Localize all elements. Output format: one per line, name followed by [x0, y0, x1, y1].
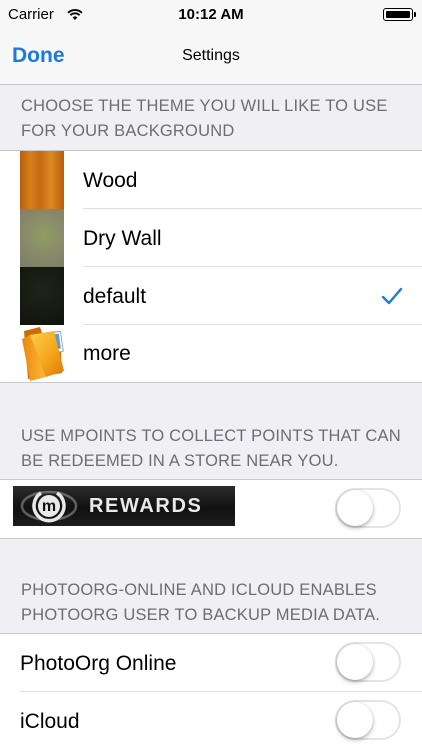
- page-title: Settings: [182, 47, 240, 64]
- icloud-toggle[interactable]: [335, 700, 401, 740]
- theme-list: Wood Dry Wall default more: [0, 150, 422, 383]
- theme-row-default[interactable]: default: [0, 267, 422, 325]
- photoorg-online-toggle[interactable]: [335, 642, 401, 682]
- icloud-label: iCloud: [20, 710, 80, 733]
- theme-section-header: CHOOSE THE THEME YOU WILL LIKE TO USE FO…: [21, 97, 388, 140]
- mpoints-toggle[interactable]: [335, 488, 401, 528]
- toggle-knob: [337, 490, 373, 526]
- theme-label-default: default: [83, 285, 147, 308]
- mpoints-group: m REWARDS: [0, 479, 422, 539]
- toggle-knob: [337, 702, 373, 738]
- theme-row-wood[interactable]: Wood: [0, 151, 422, 209]
- theme-row-drywall[interactable]: Dry Wall: [0, 209, 422, 267]
- checkmark-icon: [381, 287, 403, 305]
- mpoints-section-header: USE MPOINTS TO COLLECT POINTS THAT CAN B…: [21, 427, 401, 470]
- icloud-row: iCloud: [0, 692, 422, 750]
- wood-thumbnail: [20, 151, 64, 209]
- battery-tip: [414, 12, 416, 17]
- toggle-knob: [337, 644, 373, 680]
- photoorg-online-row: PhotoOrg Online: [0, 634, 422, 692]
- theme-row-more[interactable]: more: [0, 325, 422, 382]
- backup-section-header: PHOTOORG-ONLINE AND ICLOUD ENABLES PHOTO…: [21, 581, 381, 624]
- battery-icon: [383, 8, 413, 21]
- photoorg-online-label: PhotoOrg Online: [20, 652, 177, 675]
- backup-group: PhotoOrg Online iCloud: [0, 633, 422, 750]
- settings-screen: Carrier 10:12 AM Done Settings CHOOSE TH…: [0, 0, 422, 750]
- theme-label-drywall: Dry Wall: [83, 227, 162, 250]
- drywall-thumbnail: [20, 209, 64, 267]
- default-thumbnail: [20, 267, 64, 325]
- status-bar: Carrier 10:12 AM: [0, 0, 422, 30]
- mrewards-logo-letter: m: [42, 498, 56, 515]
- mrewards-logo-icon: m: [20, 490, 78, 523]
- folder-icon: [22, 327, 64, 381]
- theme-label-wood: Wood: [83, 169, 138, 192]
- mrewards-banner: m REWARDS: [13, 486, 235, 526]
- mrewards-banner-text: REWARDS: [89, 495, 203, 517]
- mpoints-row: m REWARDS: [0, 480, 422, 538]
- theme-label-more: more: [83, 342, 131, 365]
- navigation-bar: Done Settings: [0, 30, 422, 85]
- clock-label: 10:12 AM: [178, 6, 244, 23]
